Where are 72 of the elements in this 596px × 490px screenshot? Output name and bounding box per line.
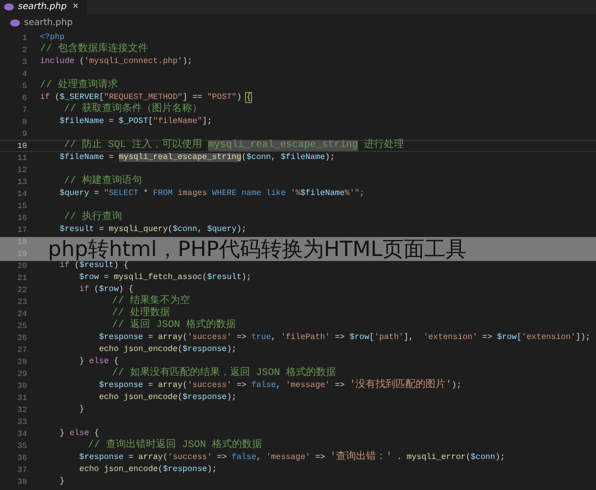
close-button[interactable]: × — [70, 1, 81, 13]
line-number: 21 — [16, 274, 27, 282]
line-number: 27 — [16, 346, 27, 354]
line-number: 28 — [16, 358, 27, 366]
code-line: include ('mysqli_connect.php'); — [40, 57, 192, 67]
code-line: if ($result) { — [58, 261, 128, 271]
line-number: 10 — [16, 142, 27, 150]
code-line: if ($row) { — [78, 285, 134, 294]
line-number: 36 — [16, 454, 27, 462]
line-number: 25 — [16, 322, 27, 330]
code-line: // 如果没有匹配的结果，返回 JSON 格式的数据 — [111, 369, 336, 379]
line-number: 26 — [16, 334, 27, 342]
code-line: } else { — [58, 429, 99, 439]
code-line: $fileName = mysqli_real_escape_string($conn, $fileName); — [58, 153, 335, 163]
code-line: // 获取查询条件（图片名称） — [63, 105, 202, 115]
code-line: echo json_encode($response); — [78, 465, 217, 475]
code-line: // 执行查询 — [63, 213, 122, 223]
line-number: 14 — [16, 190, 27, 198]
line-number: 11 — [16, 154, 27, 162]
line-number: 29 — [16, 370, 27, 378]
line-number: 31 — [16, 394, 27, 402]
code-line: // 防止 SQL 注入，可以使用 mysqli_real_escape_string 进行处理 — [63, 141, 404, 151]
code-line: $response = array('success' => true, 'filePath' => $row['path'], 'extension' => $row['extension']); — [98, 333, 590, 343]
line-number: 17 — [16, 226, 27, 234]
code-line: if ($_SERVER["REQUEST_METHOD"] == "POST") { — [40, 93, 252, 102]
line-number: 5 — [21, 82, 27, 90]
line-number: 3 — [21, 58, 27, 66]
line-number: 9 — [21, 130, 27, 138]
code-line: $response = array('success' => false, 'message' => '没有找到匹配的图片'); — [98, 381, 462, 391]
line-number: 24 — [16, 310, 27, 318]
code-line: // 查询出错时返回 JSON 格式的数据 — [87, 441, 262, 451]
line-number: 38 — [16, 478, 27, 486]
code-line: <?php — [40, 33, 65, 43]
line-number: 37 — [16, 466, 27, 474]
code-line: $result = mysqli_query($conn, $query); — [58, 225, 246, 235]
line-number: 8 — [21, 118, 27, 126]
line-number: 2 — [21, 46, 27, 54]
line-number: 35 — [16, 442, 27, 450]
code-line: } — [58, 477, 65, 487]
code-line: echo json_encode($response); — [98, 393, 237, 403]
file-tab[interactable]: searth.php × — [0, 0, 87, 14]
code-line: $response = array('success' => false, 'message' => '查询出错：' . mysqli_error($conn); — [78, 453, 506, 463]
code-line: } else { — [78, 357, 119, 367]
code-line: $row = mysqli_fetch_assoc($result); — [78, 273, 252, 283]
line-number: 12 — [16, 166, 27, 174]
code-line: // 处理查询请求 — [40, 81, 118, 91]
banner-title: php转html，PHP代码转换为HTML页面工具 — [48, 237, 466, 261]
code-line: // 返回 JSON 格式的数据 — [111, 321, 236, 331]
line-number: 13 — [16, 178, 27, 186]
line-number: 23 — [16, 298, 27, 306]
code-line: // 结果集不为空 — [111, 297, 190, 307]
line-number: 33 — [16, 418, 27, 426]
line-number: 22 — [16, 286, 27, 294]
line-number: 30 — [16, 382, 27, 390]
line-number: 34 — [16, 430, 27, 438]
line-number: 6 — [21, 94, 27, 102]
line-number: 16 — [16, 214, 27, 222]
line-number: 1 — [21, 34, 27, 42]
tab-title: searth.php — [18, 2, 67, 12]
code-line: // 处理数据 — [111, 309, 170, 319]
code-line: } — [78, 405, 84, 415]
line-number: 32 — [16, 406, 27, 414]
breadcrumb-item[interactable]: searth.php — [24, 18, 73, 28]
line-number: 15 — [16, 202, 27, 210]
code-line: $query = "SELECT * FROM images WHERE name like '%$fileName%'"; — [58, 189, 364, 199]
line-number: 20 — [16, 262, 27, 270]
line-number: 4 — [21, 70, 27, 78]
code-line: $fileName = $_POST["fileName"]; — [58, 117, 212, 127]
code-line: echo json_encode($response); — [98, 345, 237, 355]
code-line: // 包含数据库连接文件 — [40, 45, 148, 55]
code-line: // 构建查询语句 — [63, 177, 142, 187]
line-number: 7 — [21, 106, 27, 114]
